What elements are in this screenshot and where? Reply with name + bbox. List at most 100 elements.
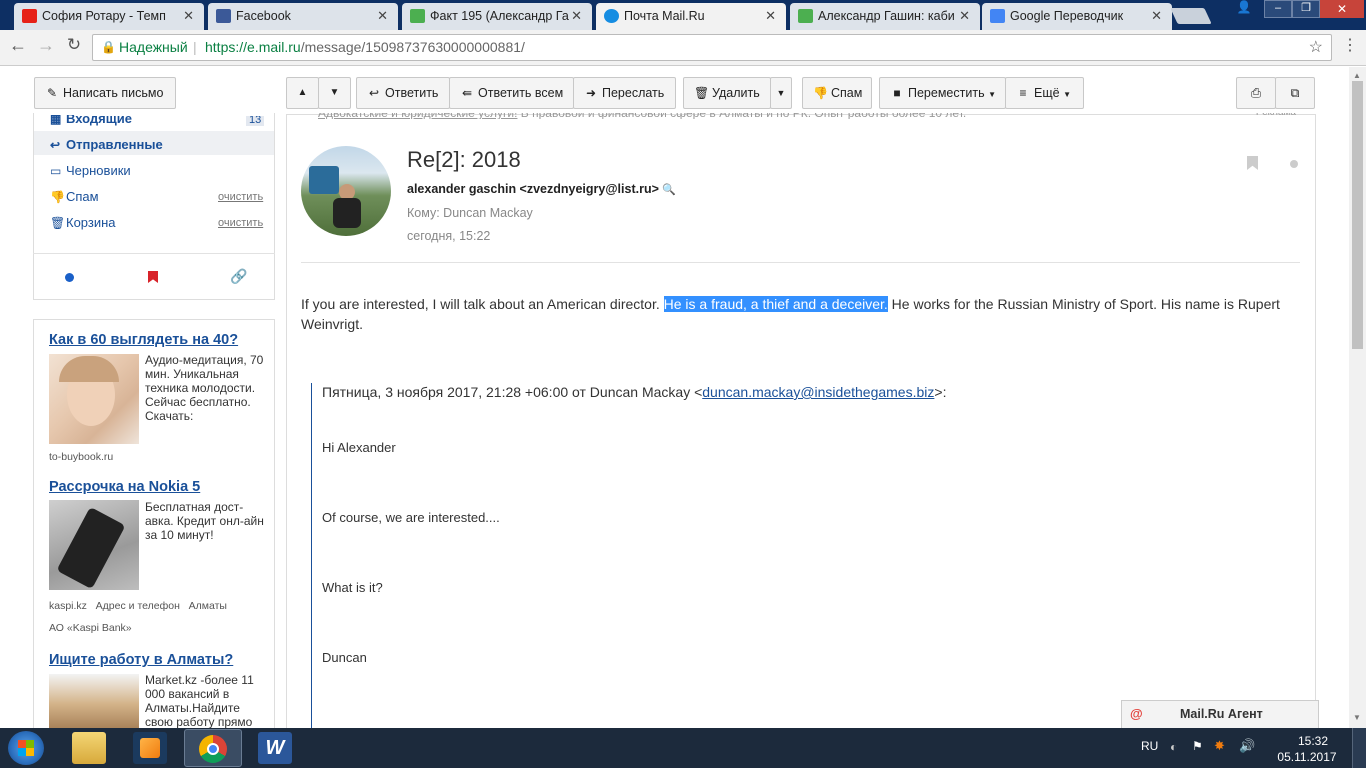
- message-to: Кому: Duncan Mackay: [407, 206, 533, 220]
- back-icon[interactable]: ←: [6, 35, 30, 56]
- quote-email-link[interactable]: duncan.mackay@insidethegames.biz: [702, 384, 934, 400]
- prev-message-button[interactable]: ▲: [286, 77, 319, 109]
- clear-spam-link[interactable]: очистить: [218, 191, 263, 203]
- page-scrollbar[interactable]: ▲ ▼: [1349, 67, 1366, 728]
- close-window-button[interactable]: ✕: [1320, 0, 1364, 18]
- forward-label: Переслать: [602, 86, 665, 100]
- ad-image-phone[interactable]: [49, 500, 139, 590]
- chevron-down-icon: ▼: [776, 88, 786, 98]
- tab-mail-ru[interactable]: Почта Mail.Ru ✕: [596, 3, 786, 30]
- move-label: Переместить: [908, 86, 985, 100]
- flag-tray-icon[interactable]: ⚑: [1192, 739, 1203, 753]
- scrollbar-thumb[interactable]: [1352, 81, 1363, 349]
- show-desktop-button[interactable]: [1352, 728, 1366, 768]
- separator: |: [193, 39, 197, 55]
- sender-avatar[interactable]: [301, 146, 391, 236]
- new-tab-button[interactable]: [1170, 8, 1212, 24]
- quote-line: Of course, we are interested....: [322, 510, 500, 525]
- message-date: сегодня, 15:22: [407, 229, 491, 243]
- message-subject: Re[2]: 2018: [407, 147, 521, 172]
- tab-youtube[interactable]: София Ротару - Темп ✕: [14, 3, 204, 30]
- close-tab-icon[interactable]: ✕: [1151, 3, 1162, 29]
- avast-icon[interactable]: ✸: [1214, 738, 1225, 754]
- chrome-taskbar-button[interactable]: [184, 729, 242, 767]
- mail-ru-icon: [604, 9, 619, 23]
- compose-button[interactable]: ✎ Написать письмо: [34, 77, 176, 109]
- folder-label: Спам: [66, 189, 99, 204]
- media-player-icon[interactable]: [133, 732, 167, 764]
- body-shape: [333, 198, 361, 228]
- reply-all-button[interactable]: ⇚ Ответить всем: [449, 77, 574, 109]
- tab-label: Александр Гашин: каби: [818, 9, 955, 23]
- folder-trash[interactable]: 🗑Корзина: [50, 215, 116, 230]
- sent-icon: ↩: [50, 138, 61, 152]
- profile-icon[interactable]: 👤: [1230, 0, 1258, 18]
- ad-title[interactable]: Как в 60 выглядеть на 40?: [49, 332, 238, 348]
- ad-text: Аудио-медитация, 70 мин. Уникальная техн…: [145, 353, 264, 423]
- cablecar-shape: [309, 166, 339, 194]
- chrome-center: [207, 743, 219, 755]
- forward-button[interactable]: ➜ Переслать: [573, 77, 676, 109]
- ad-image-box[interactable]: [49, 674, 139, 728]
- scroll-down-icon[interactable]: ▼: [1353, 713, 1361, 722]
- search-icon[interactable]: 🔍: [662, 184, 676, 196]
- thumbs-down-icon: 👎: [813, 86, 828, 100]
- close-tab-icon[interactable]: ✕: [377, 3, 388, 29]
- reply-all-label: Ответить всем: [478, 86, 564, 100]
- tab-facebook[interactable]: Facebook ✕: [208, 3, 398, 30]
- tab-google-translate[interactable]: Google Переводчик ✕: [982, 3, 1172, 30]
- tab-alexander-gashin[interactable]: Александр Гашин: каби ✕: [790, 3, 980, 30]
- spam-button[interactable]: 👎 Спам: [802, 77, 872, 109]
- read-status-icon[interactable]: [1290, 160, 1298, 168]
- quote-bar: [311, 383, 312, 728]
- clock-date[interactable]: 05.11.2017: [1276, 750, 1338, 764]
- scroll-up-icon[interactable]: ▲: [1353, 71, 1361, 80]
- body-text: If you are interested, I will talk about…: [301, 296, 664, 312]
- minimize-button[interactable]: –: [1264, 0, 1292, 18]
- facebook-icon: [216, 9, 231, 23]
- clear-trash-link[interactable]: очистить: [218, 217, 263, 229]
- address-bar[interactable]: 🔒 Надежный | https://e.mail.ru/message/1…: [92, 34, 1332, 61]
- folder-spam[interactable]: 👎Спам: [50, 189, 99, 204]
- printer-icon: ⎙: [1250, 86, 1261, 100]
- move-button[interactable]: ■ Переместить ▼: [879, 77, 1006, 109]
- reload-icon[interactable]: ↻: [62, 35, 86, 55]
- menu-icon[interactable]: ⋮: [1338, 35, 1362, 55]
- clock-time[interactable]: 15:32: [1290, 734, 1336, 748]
- close-tab-icon[interactable]: ✕: [571, 3, 582, 29]
- tab-fact-195[interactable]: Факт 195 (Александр Га ✕: [402, 3, 592, 30]
- ad-title[interactable]: Ищите работу в Алматы?: [49, 652, 233, 668]
- close-tab-icon[interactable]: ✕: [183, 3, 194, 29]
- restore-button[interactable]: ❐: [1292, 0, 1320, 18]
- more-button[interactable]: ≡ Ещё ▼: [1005, 77, 1084, 109]
- ad-title[interactable]: Рассрочка на Nokia 5: [49, 479, 200, 495]
- language-indicator[interactable]: RU: [1141, 739, 1158, 753]
- print-button[interactable]: ⎙: [1236, 77, 1276, 109]
- ad-image-woman[interactable]: [49, 354, 139, 444]
- folder-sent[interactable]: ↩ Отправленные: [50, 137, 163, 152]
- spam-icon: 👎: [50, 190, 65, 204]
- next-message-button[interactable]: ▼: [318, 77, 351, 109]
- close-tab-icon[interactable]: ✕: [765, 3, 776, 29]
- close-tab-icon[interactable]: ✕: [959, 3, 970, 29]
- forward-icon[interactable]: →: [34, 35, 58, 56]
- network-icon[interactable]: ◐: [1170, 740, 1177, 754]
- reply-button[interactable]: ↩ Ответить: [356, 77, 450, 109]
- popout-button[interactable]: ⧉: [1275, 77, 1315, 109]
- start-button[interactable]: [8, 731, 44, 765]
- word-icon[interactable]: W: [258, 732, 292, 764]
- delete-dropdown-button[interactable]: ▼: [770, 77, 792, 109]
- ad-source[interactable]: to-buybook.ru: [49, 451, 113, 463]
- unread-filter-icon[interactable]: [65, 273, 74, 282]
- pencil-icon: ✎: [46, 86, 58, 100]
- delete-button[interactable]: 🗑 Удалить: [683, 77, 771, 109]
- message-from[interactable]: alexander gaschin <zvezdnyeigry@list.ru>…: [407, 182, 676, 196]
- mail-page: ✎ Написать письмо ▦ Входящие 13 ↩ Отправлен…: [0, 67, 1366, 739]
- attachment-filter-icon[interactable]: 🔗: [230, 268, 247, 285]
- ad-source[interactable]: kaspi.kz Адрес и телефон Алматы: [49, 600, 227, 612]
- folder-drafts[interactable]: ▭ Черновики: [50, 163, 131, 178]
- volume-icon[interactable]: 🔊: [1239, 738, 1255, 754]
- explorer-icon[interactable]: [72, 732, 106, 764]
- star-icon[interactable]: ☆: [1309, 35, 1323, 60]
- mail-agent-widget[interactable]: @ Mail.Ru Агент: [1121, 700, 1319, 728]
